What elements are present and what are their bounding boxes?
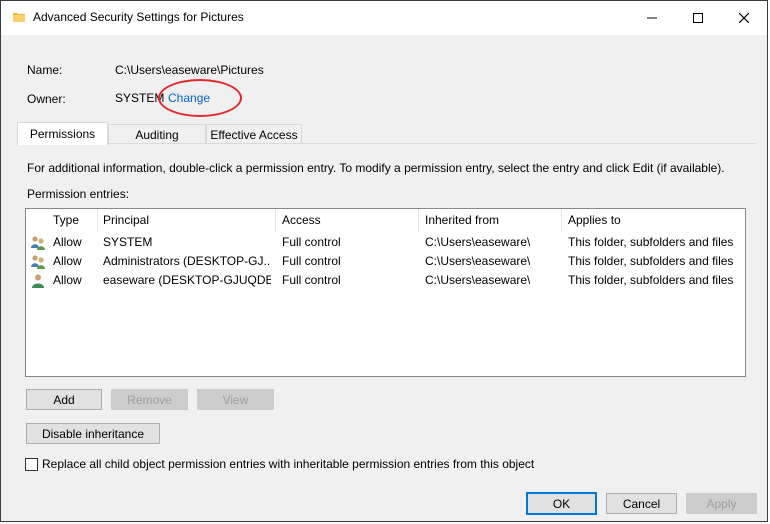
row-type: Allow [53, 235, 82, 249]
column-header-applies-to[interactable]: Applies to [563, 209, 745, 232]
row-type: Allow [53, 273, 82, 287]
replace-child-permissions-label: Replace all child object permission entr… [42, 457, 535, 471]
minimize-button[interactable] [629, 1, 675, 35]
row-principal: SYSTEM [103, 235, 153, 249]
tab-label: Permissions [29, 127, 96, 141]
owner-value: SYSTEM [115, 91, 165, 105]
column-separator [561, 209, 562, 232]
row-access: Full control [282, 273, 341, 287]
replace-child-permissions-checkbox[interactable] [25, 458, 38, 471]
view-button[interactable]: View [197, 389, 274, 410]
owner-label: Owner: [27, 92, 66, 106]
minimize-icon [647, 17, 657, 19]
window-title: Advanced Security Settings for Pictures [33, 10, 244, 24]
row-inherited-from: C:\Users\easeware\ [425, 235, 531, 249]
table-row[interactable]: Allow easeware (DESKTOP-GJUQDE3... Full … [26, 271, 745, 290]
tab-label: Effective Access [210, 127, 298, 142]
row-applies-to: This folder, subfolders and files [568, 273, 734, 287]
apply-button-label: Apply [706, 496, 737, 511]
row-inherited-from: C:\Users\easeware\ [425, 273, 531, 287]
change-owner-link[interactable]: Change [168, 91, 210, 105]
name-value: C:\Users\easeware\Pictures [115, 63, 264, 77]
tab-label: Auditing [135, 127, 179, 142]
add-button-label: Add [53, 392, 75, 407]
ok-button[interactable]: OK [526, 492, 597, 515]
remove-button[interactable]: Remove [111, 389, 188, 410]
row-applies-to: This folder, subfolders and files [568, 254, 734, 268]
apply-button[interactable]: Apply [686, 493, 757, 514]
group-users-icon [31, 255, 45, 269]
row-principal: Administrators (DESKTOP-GJ... [103, 254, 271, 268]
tab-divider [17, 143, 756, 144]
tab-effective-access[interactable]: Effective Access [206, 124, 302, 144]
remove-button-label: Remove [127, 392, 172, 407]
column-header-principal[interactable]: Principal [98, 209, 276, 232]
table-row[interactable]: Allow Administrators (DESKTOP-GJ... Full… [26, 252, 745, 271]
row-type: Allow [53, 254, 82, 268]
name-label: Name: [27, 63, 63, 77]
cancel-button[interactable]: Cancel [606, 493, 677, 514]
advanced-security-dialog: Advanced Security Settings for Pictures … [0, 0, 768, 522]
maximize-icon [693, 13, 703, 23]
row-access: Full control [282, 254, 341, 268]
permission-entries-list[interactable]: Type Principal Access Inherited from App… [25, 208, 746, 377]
table-row[interactable]: Allow SYSTEM Full control C:\Users\easew… [26, 233, 745, 252]
row-access: Full control [282, 235, 341, 249]
disable-inheritance-label: Disable inheritance [41, 426, 145, 441]
group-users-icon [31, 236, 45, 250]
tab-auditing[interactable]: Auditing [108, 124, 206, 144]
row-principal: easeware (DESKTOP-GJUQDE3... [103, 273, 271, 287]
close-button[interactable] [721, 1, 767, 35]
column-header-inherited-from[interactable]: Inherited from [420, 209, 562, 232]
column-separator [418, 209, 419, 232]
add-button[interactable]: Add [26, 389, 102, 410]
column-header-access[interactable]: Access [277, 209, 419, 232]
ok-button-label: OK [552, 496, 571, 511]
permission-entries-label: Permission entries: [27, 187, 130, 201]
row-applies-to: This folder, subfolders and files [568, 235, 734, 249]
column-separator [275, 209, 276, 232]
title-bar: Advanced Security Settings for Pictures [1, 1, 767, 35]
view-button-label: View [222, 392, 249, 407]
row-inherited-from: C:\Users\easeware\ [425, 254, 531, 268]
disable-inheritance-button[interactable]: Disable inheritance [26, 423, 160, 444]
close-icon [739, 13, 749, 23]
tab-permissions[interactable]: Permissions [17, 122, 108, 145]
permissions-info-text: For additional information, double-click… [27, 161, 725, 175]
folder-icon [13, 13, 25, 22]
cancel-button-label: Cancel [622, 496, 661, 511]
maximize-button[interactable] [675, 1, 721, 35]
user-icon [32, 274, 44, 288]
